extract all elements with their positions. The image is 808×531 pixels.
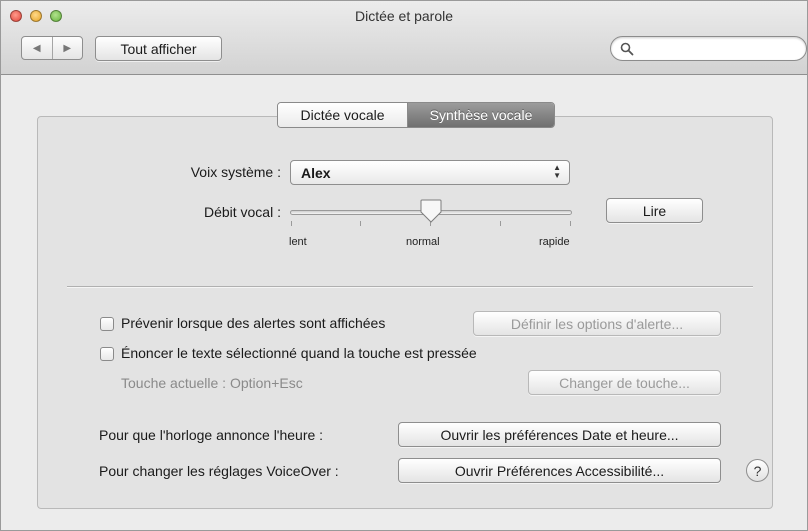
- alerts-label: Prévenir lorsque des alertes sont affich…: [121, 315, 386, 331]
- help-button[interactable]: ?: [746, 459, 769, 482]
- slider-tick: [500, 221, 501, 226]
- system-voice-label: Voix système :: [190, 164, 281, 180]
- back-forward-control: ◀ ▶: [21, 36, 83, 60]
- search-field[interactable]: [610, 36, 807, 61]
- voiceover-label: Pour changer les réglages VoiceOver :: [99, 463, 339, 479]
- speaking-rate-label: Débit vocal :: [203, 204, 281, 220]
- change-key-button[interactable]: Changer de touche...: [528, 370, 721, 395]
- speak-selection-label: Énoncer le texte sélectionné quand la to…: [121, 345, 477, 361]
- tab-bar: Dictée vocale Synthèse vocale: [277, 102, 555, 128]
- slider-knob[interactable]: [420, 199, 442, 223]
- slider-tick: [291, 221, 292, 226]
- rate-min-label: lent: [289, 236, 307, 248]
- speak-selection-checkbox[interactable]: [100, 347, 114, 361]
- system-voice-value: Alex: [301, 164, 331, 181]
- date-time-preferences-button[interactable]: Ouvrir les préférences Date et heure...: [398, 422, 721, 447]
- alerts-checkbox[interactable]: [100, 317, 114, 331]
- clock-label: Pour que l'horloge annonce l'heure :: [99, 427, 324, 443]
- popup-arrows-icon: ▲ ▼: [553, 163, 561, 180]
- tab-dictation[interactable]: Dictée vocale: [278, 103, 408, 127]
- back-arrow-icon[interactable]: ◀: [22, 37, 52, 59]
- search-icon: [620, 42, 634, 56]
- section-divider: [67, 286, 753, 287]
- slider-tick: [570, 221, 571, 226]
- system-voice-select[interactable]: Alex ▲ ▼: [290, 160, 570, 185]
- alert-options-button[interactable]: Définir les options d'alerte...: [473, 311, 721, 336]
- window-toolbar: Dictée et parole ◀ ▶ Tout afficher: [1, 1, 807, 75]
- slider-tick: [360, 221, 361, 226]
- play-button[interactable]: Lire: [606, 198, 703, 223]
- forward-arrow-icon[interactable]: ▶: [51, 37, 83, 59]
- window-title: Dictée et parole: [354, 8, 454, 24]
- preferences-window: Dictée et parole ◀ ▶ Tout afficher Dicté…: [0, 0, 808, 531]
- show-all-button[interactable]: Tout afficher: [95, 36, 222, 61]
- tab-text-to-speech[interactable]: Synthèse vocale: [408, 103, 554, 127]
- accessibility-preferences-button[interactable]: Ouvrir Préférences Accessibilité...: [398, 458, 721, 483]
- speaking-rate-slider[interactable]: [290, 199, 572, 229]
- current-key-label: Touche actuelle : Option+Esc: [121, 375, 303, 391]
- rate-mid-label: normal: [406, 236, 440, 248]
- rate-max-label: rapide: [539, 236, 570, 248]
